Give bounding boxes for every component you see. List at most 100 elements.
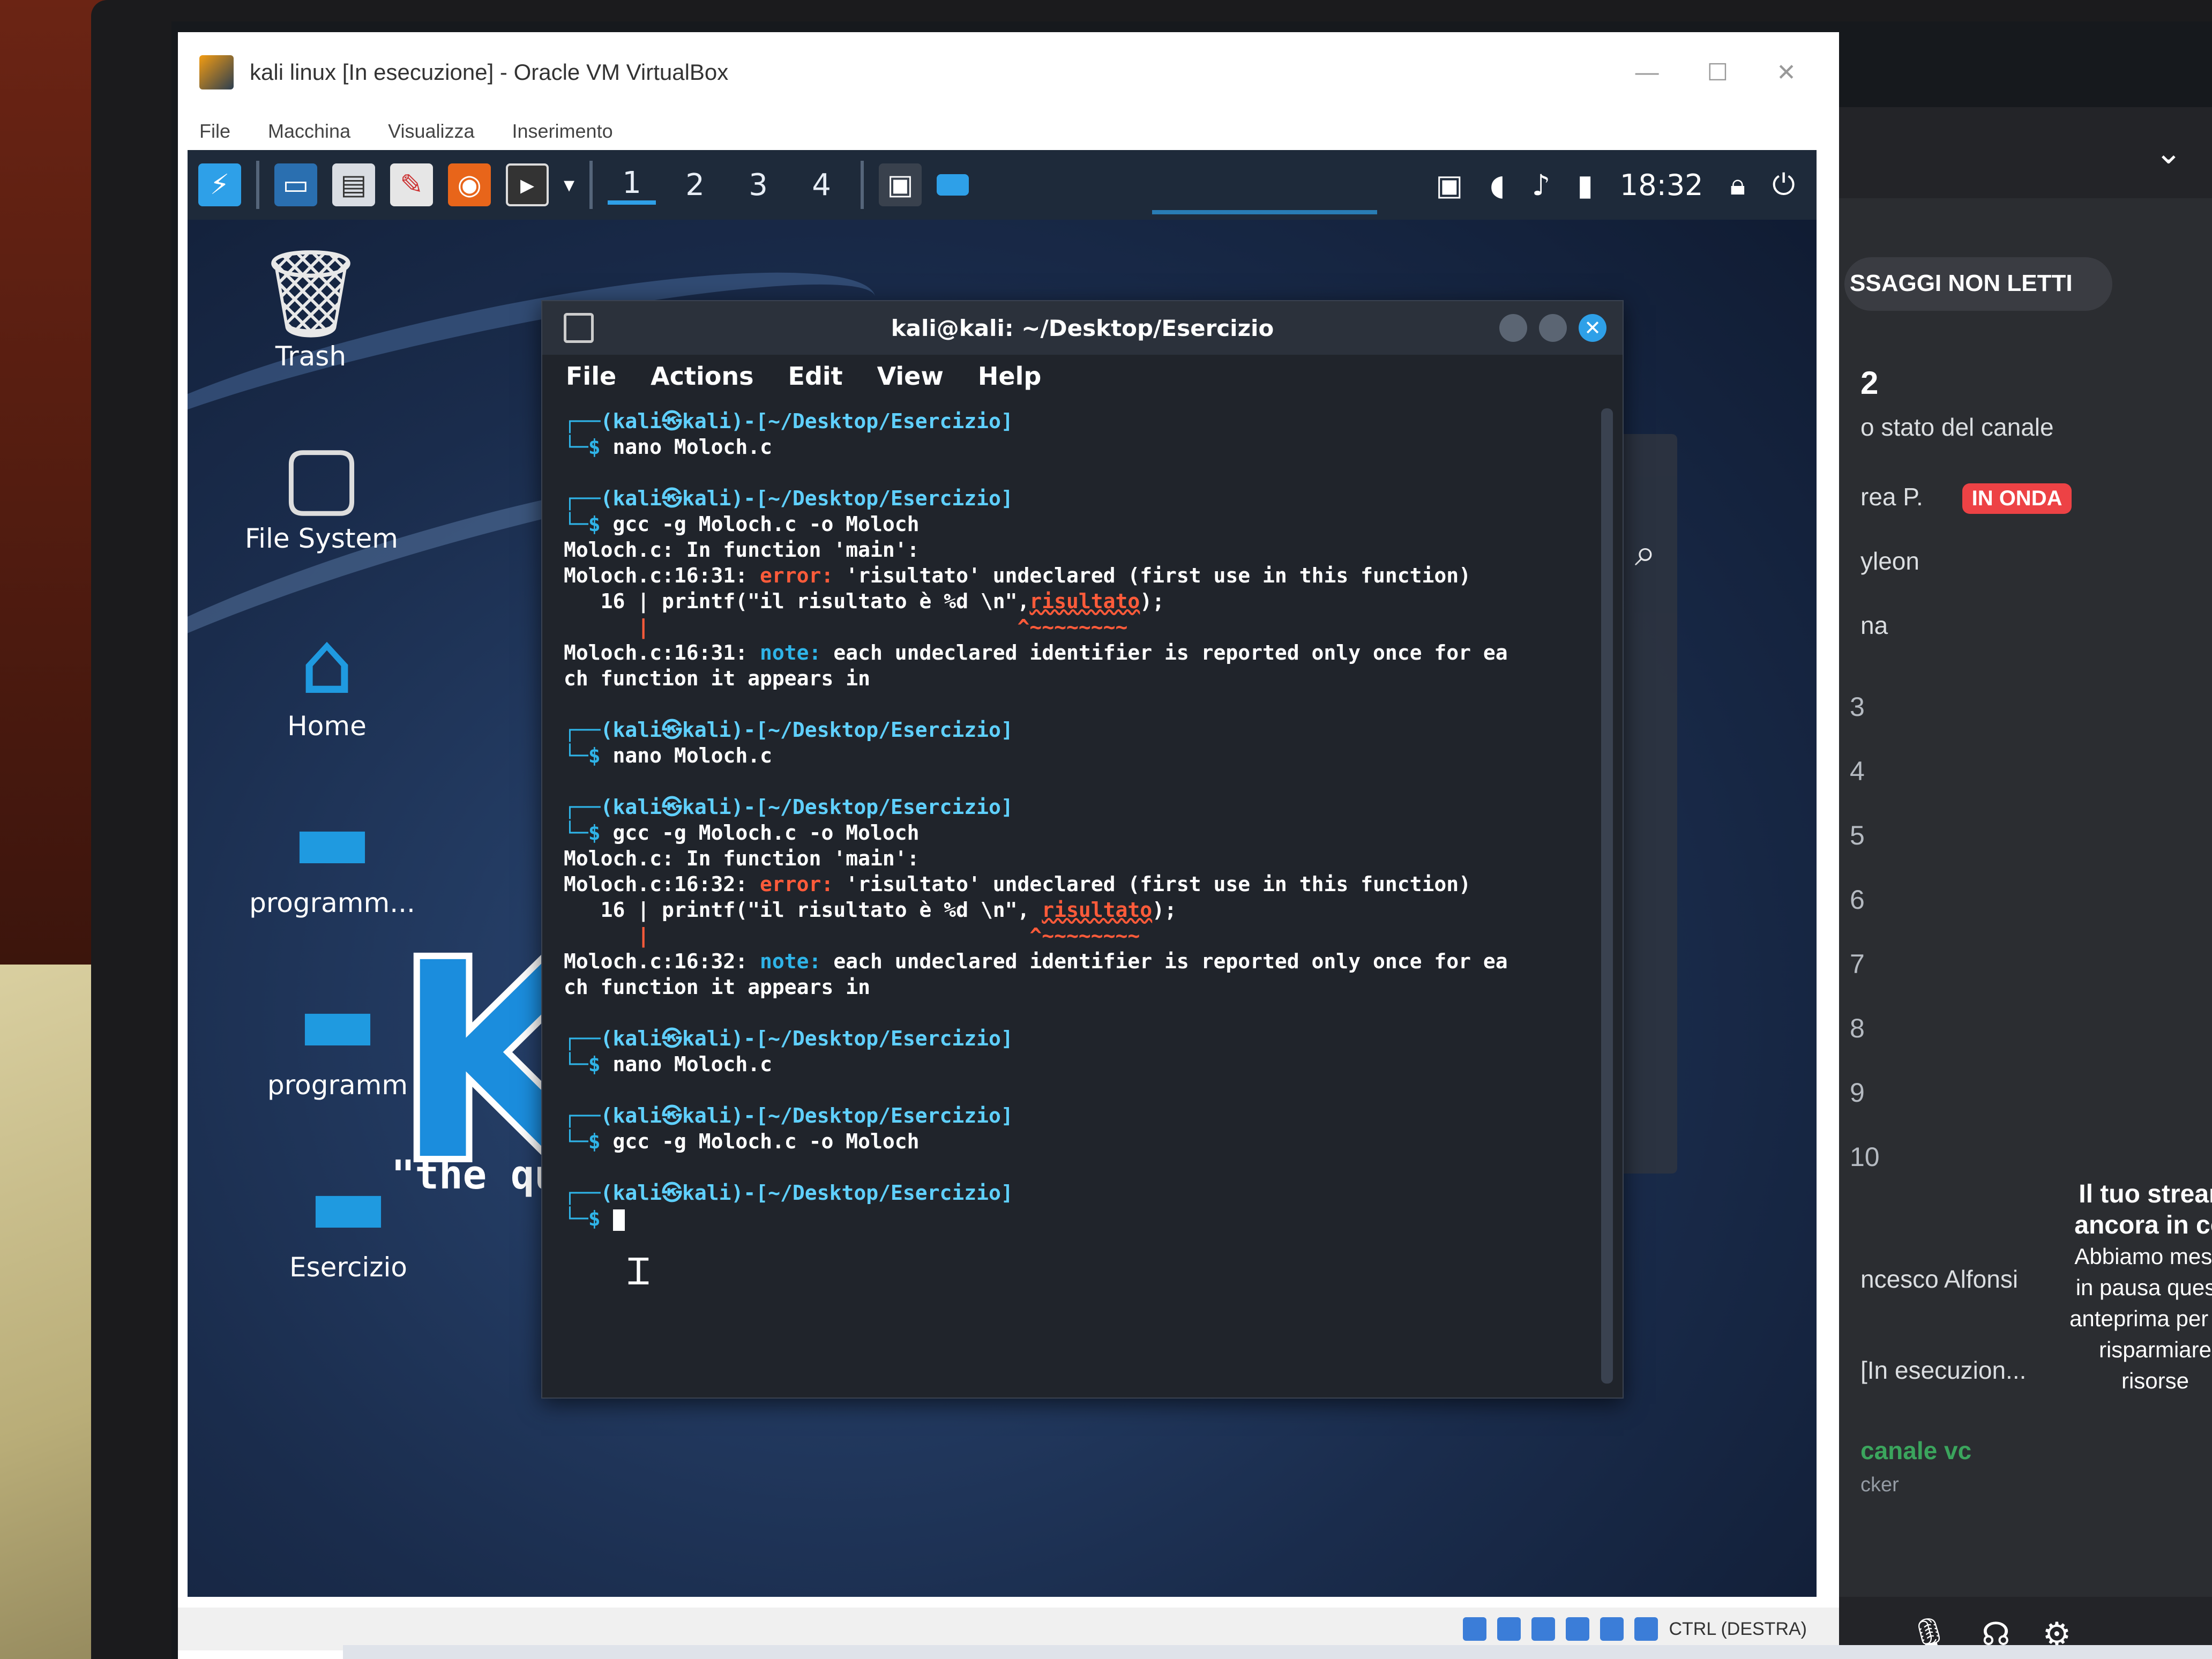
command-line: nano Moloch.c [612,744,772,767]
terminal-scrollbar[interactable] [1601,408,1613,1384]
optical-drive-icon[interactable] [1463,1617,1487,1641]
cpu-graph [1152,171,1377,214]
voice-user[interactable]: yleon [1860,547,1919,576]
notice-body: Abbiamo messo in pausa questa anteprima … [2069,1244,2212,1393]
stream-item[interactable]: [In esecuzion... [1860,1356,2026,1385]
unread-messages-pill[interactable]: SSAGGI NON LETTI [1844,257,2112,311]
voice-user[interactable]: ncesco Alfonsi [1860,1265,2018,1294]
workspace-3[interactable]: 3 [734,168,782,203]
caret-line: | ^~~~~~~~~ [564,615,1128,639]
virtualbox-statusbar: CTRL (DESTRA) [178,1608,1839,1650]
task-folder-icon[interactable] [937,174,969,196]
workspace-4[interactable]: 4 [797,168,846,203]
workspace-2[interactable]: 2 [671,168,719,203]
prompt-corner: └─ [564,1207,588,1230]
list-number: 9 [1850,1078,1865,1108]
kali-menu-icon[interactable]: ⚡ [198,163,241,206]
error-label: error: [760,872,834,896]
output-line: Moloch.c:16:31: [564,564,760,587]
desktop-icon-home[interactable]: ⌂ Home [225,616,429,742]
voice-channel-name[interactable]: canale vc [1860,1436,1971,1465]
notification-bell-icon[interactable]: ♪ [1532,168,1550,202]
terminal-menu-edit[interactable]: Edit [788,362,843,391]
show-desktop-icon[interactable]: ▭ [274,163,317,206]
prompt-corner: ┌── [564,1104,601,1127]
prompt: (kali㉿kali)-[~/Desktop/Esercizio] [600,1181,1013,1205]
network-icon[interactable] [1600,1617,1624,1641]
maximize-button[interactable] [1539,314,1567,342]
shared-folder-icon[interactable] [1531,1617,1556,1641]
maximize-icon[interactable]: ☐ [1707,59,1728,86]
prompt-corner: ┌── [564,1027,601,1050]
lock-icon[interactable]: 🔒︎ [1730,168,1746,202]
terminal-title: kali@kali: ~/Desktop/Esercizio [891,315,1274,341]
power-icon[interactable]: ⏻ [1772,168,1795,202]
terminal-menu-file[interactable]: File [566,362,616,391]
code-line: 16 | printf("il risultato è %d \n", [564,898,1042,922]
desktop-icon-folder[interactable]: ▬ programm... [230,793,434,919]
stream-paused-notice: Il tuo stream ancora in cor Abbiamo mess… [2064,1179,2212,1396]
desktop-icon-filesystem[interactable]: ▢ File System [220,429,423,555]
desktop-icon-label: Home [287,711,367,742]
output-line: each undeclared identifier is reported o… [821,641,1508,664]
prompt-symbol: $ [588,1207,601,1230]
mouse-integration-icon[interactable] [1634,1617,1658,1641]
chevron-down-icon[interactable]: ▾ [564,173,574,197]
voice-user[interactable]: na [1860,611,1888,640]
note-label: note: [760,950,821,973]
close-icon[interactable]: ✕ [1776,59,1796,86]
output-line: ch function it appears in [564,667,870,690]
terminal-menu-help[interactable]: Help [978,362,1041,391]
chevron-down-icon[interactable]: ⌄ [2155,134,2182,171]
menu-file[interactable]: File [199,120,230,143]
terminal-window-icon [564,313,594,343]
prompt-symbol: $ [588,744,601,767]
list-number: 4 [1850,756,1865,786]
desktop-icon-trash[interactable]: 🗑︎ Trash [209,246,413,372]
search-icon[interactable]: ⌕ [1635,530,1656,575]
channel-status[interactable]: o stato del canale [1860,413,2054,442]
workspace-1[interactable]: 1 [608,166,656,205]
minimize-icon[interactable]: — [1635,59,1659,86]
output-line: 'risultato' undeclared (first use in thi… [833,564,1471,587]
terminal-window[interactable]: kali@kali: ~/Desktop/Esercizio ✕ File Ac… [541,300,1624,1399]
terminal-output[interactable]: ┌──(kali㉿kali)-[~/Desktop/Esercizio] └─$… [542,398,1623,1242]
panel-separator [589,161,593,209]
prompt-corner: ┌── [564,409,601,433]
usb-icon[interactable] [1497,1617,1521,1641]
prompt: (kali㉿kali)-[~/Desktop/Esercizio] [600,1104,1013,1127]
output-line: Moloch.c: In function 'main': [564,847,920,870]
menu-visualizza[interactable]: Visualizza [388,120,474,143]
task-terminal-icon[interactable]: ▣ [879,163,922,206]
prompt-corner: └─ [564,435,588,459]
menu-macchina[interactable]: Macchina [268,120,350,143]
panel-separator [256,161,259,209]
list-number: 7 [1850,949,1865,979]
kali-desktop: ⚡ ▭ ▤ ✎ ◉ ▸ ▾ 1 2 3 4 ▣ ▣ ◖ ♪ ▮ 18:32 🔒︎ [188,150,1817,1597]
terminal-menu-view[interactable]: View [877,362,944,391]
text-editor-icon[interactable]: ✎ [390,163,433,206]
clock[interactable]: 18:32 [1620,168,1703,202]
firefox-icon[interactable]: ◉ [448,163,491,206]
terminal-titlebar[interactable]: kali@kali: ~/Desktop/Esercizio ✕ [542,301,1623,355]
terminal-icon[interactable]: ▸ [506,163,549,206]
highlighted-identifier: risultato [1029,589,1140,613]
close-button[interactable]: ✕ [1579,314,1606,342]
display-icon[interactable] [1566,1617,1590,1641]
server-count: 2 [1860,365,1879,401]
virtualbox-menubar: File Macchina Visualizza Inserimento [178,113,1839,150]
minimize-button[interactable] [1499,314,1527,342]
file-manager-icon[interactable]: ▤ [332,163,375,206]
battery-icon[interactable]: ▮ [1577,168,1593,202]
window-controls: — ☐ ✕ [1635,59,1839,86]
screenshot-icon[interactable]: ▣ [1436,168,1463,202]
terminal-menu-actions[interactable]: Actions [651,362,753,391]
output-line: ch function it appears in [564,975,870,999]
list-number: 3 [1850,692,1865,722]
desktop-icon-label: Esercizio [289,1252,407,1283]
volume-icon[interactable]: ◖ [1490,168,1505,202]
voice-user-live[interactable]: rea P. IN ONDA [1860,482,2072,514]
menu-inserimento[interactable]: Inserimento [512,120,613,143]
terminal-menubar: File Actions Edit View Help [542,355,1623,398]
command-line: gcc -g Moloch.c -o Moloch [612,1130,920,1153]
